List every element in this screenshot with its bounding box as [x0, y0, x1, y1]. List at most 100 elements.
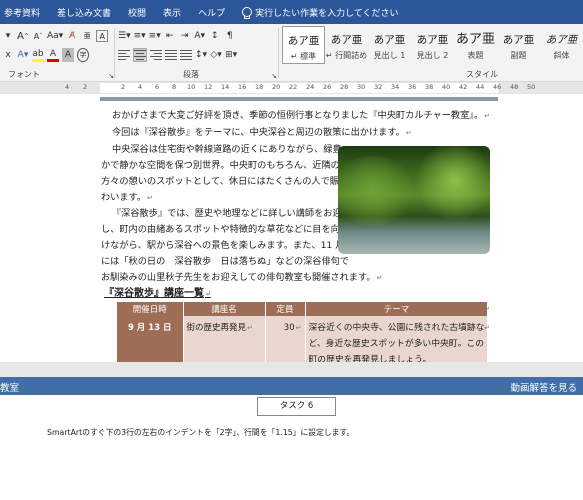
table-header: テーマ: [305, 302, 489, 316]
char-border-icon[interactable]: A: [96, 30, 109, 42]
horizontal-ruler[interactable]: 4 2 2 4 6 8 10 12 14 16 18 20 22 24 26 2…: [0, 82, 583, 94]
multilevel-list-icon[interactable]: ≡▾: [149, 29, 161, 43]
table-header: 講座名: [183, 302, 266, 316]
body-paragraph[interactable]: 今回は『深谷散歩』をテーマに、中央深谷と周辺の散策に出かけます。↵: [112, 125, 412, 142]
borders-icon[interactable]: ⊞▾: [225, 48, 237, 62]
ruler-number: 20: [272, 83, 281, 91]
style-group-label: スタイル: [466, 70, 498, 79]
font-size-dropdown-icon[interactable]: ▾: [2, 29, 14, 43]
body-paragraph[interactable]: し、町内の由緒あるスポットや特徴的な草花などに目を向: [101, 222, 340, 239]
style-emphasis[interactable]: あア亜 斜体: [540, 26, 583, 64]
section-title[interactable]: 『深谷散歩』講座一覧↵: [104, 284, 211, 299]
task-panel: タスク 6 SmartArtのすぐ下の3行の左右のインデントを「2字」、行間を「…: [0, 395, 583, 500]
decrease-indent-icon[interactable]: ⇤: [164, 29, 176, 43]
style-preview: あア亜: [287, 35, 320, 47]
style-title[interactable]: あア亜 表題: [454, 26, 497, 64]
style-subtitle[interactable]: あア亜 副題: [497, 26, 540, 64]
paragraph-group-label: 段落: [183, 70, 199, 79]
paragraph-text: かで静かな空間を保つ別世界。中央町のもちろん、近隣の: [101, 160, 340, 171]
body-paragraph[interactable]: には「秋の日の 深谷散歩 日は落ちぬ」などの深谷俳句で: [101, 254, 349, 271]
ruler-number: 46: [493, 83, 502, 91]
font-dialog-launcher-icon[interactable]: ↘: [105, 69, 117, 83]
table-cell-date[interactable]: 9 月 13 日: [117, 316, 184, 362]
menu-mailings[interactable]: 差し込み文書: [57, 6, 111, 19]
ribbon: ▾ A ^ Aˇ Aa▾ A̸ 亜 A x A▾ ab A A 字 フォント ↘ …: [0, 24, 583, 82]
ruler-number: 30: [357, 83, 366, 91]
ruler-number: 2: [83, 83, 88, 91]
body-paragraph[interactable]: けながら、駅から深谷への景色を楽しみます。また、11 月: [101, 238, 344, 255]
align-center-icon[interactable]: [133, 48, 147, 62]
sort-icon[interactable]: ↕: [209, 29, 221, 43]
grow-font-icon[interactable]: A ^: [17, 29, 29, 43]
menu-references[interactable]: 参考資料: [4, 6, 40, 19]
forest-photo[interactable]: [338, 146, 490, 254]
distributed-icon[interactable]: [180, 48, 192, 62]
shading-icon[interactable]: ◇▾: [210, 48, 222, 62]
body-paragraph[interactable]: おかげさまで大変ご好評を頂き、季節の恒例行事となりました『中央町カルチャー教室』…: [112, 108, 490, 125]
course-table[interactable]: 開催日時 講座名 定員 テーマ 9 月 13 日 街の歴史再発見↵ 30↵ 深谷…: [117, 302, 489, 362]
align-left-icon[interactable]: [118, 48, 130, 62]
line-spacing-icon[interactable]: ↕▾: [195, 48, 207, 62]
watch-video-answer-link[interactable]: 動画解答を見る: [510, 380, 577, 394]
ruler-active-area: [100, 83, 498, 93]
ruler-number: 16: [238, 83, 247, 91]
table-cell-theme[interactable]: 深谷近くの中央寺、公園に残された古墳跡な ど、身近な歴史スポットが多い中央町。こ…: [305, 316, 489, 362]
menu-view[interactable]: 表示: [163, 6, 181, 19]
align-right-icon[interactable]: [150, 48, 162, 62]
menu-help[interactable]: ヘルプ: [198, 6, 225, 19]
smartart-bottom-edge: [100, 97, 498, 101]
style-heading-2[interactable]: あア亜 見出し 2: [411, 26, 454, 64]
table-cell-name[interactable]: 街の歴史再発見↵: [183, 316, 266, 362]
ribbon-separator: [114, 28, 115, 78]
ruler-number: 44: [476, 83, 485, 91]
phonetic-guide-icon[interactable]: 亜: [81, 29, 93, 43]
style-preview: あア亜: [502, 34, 535, 46]
clear-format-icon[interactable]: A̸: [66, 29, 78, 43]
style-name: 表題: [467, 51, 484, 60]
ruler-number: 32: [374, 83, 383, 91]
style-name: ↵ 行間詰め: [325, 51, 368, 60]
style-preview: あア亜: [416, 34, 449, 46]
table-cell-capacity[interactable]: 30↵: [265, 316, 306, 362]
menu-bar: 参考資料 差し込み文書 校閲 表示 ヘルプ 実行したい作業を入力してください: [0, 0, 583, 24]
style-no-spacing[interactable]: あア亜 ↵ 行間詰め: [325, 26, 368, 64]
paragraph-text: し、町内の由緒あるスポットや特徴的な草花などに目を向: [101, 224, 340, 235]
body-paragraph[interactable]: 方々の憩いのスポットとして、休日にはたくさんの人で賑: [101, 174, 339, 191]
ruler-number: 28: [340, 83, 349, 91]
style-preview: あア亜: [330, 34, 363, 46]
show-marks-icon[interactable]: ¶: [224, 29, 236, 43]
table-header-row: 開催日時 講座名 定員 テーマ: [117, 302, 489, 316]
body-paragraph[interactable]: 中央深谷は住宅街や幹線道路の近くにありながら、緑豊: [112, 142, 342, 159]
char-shading-icon[interactable]: A: [62, 48, 74, 62]
style-heading-1[interactable]: あア亜 見出し 1: [368, 26, 411, 64]
strikethrough-icon[interactable]: x: [2, 48, 14, 62]
cell-text: 30: [283, 323, 295, 333]
shrink-font-icon[interactable]: Aˇ: [32, 29, 44, 43]
ruler-number: 36: [408, 83, 417, 91]
increase-indent-icon[interactable]: ⇥: [179, 29, 191, 43]
task-number-box: タスク 6: [257, 397, 336, 416]
numbering-icon[interactable]: ≡▾: [134, 29, 146, 43]
enclose-char-icon[interactable]: 字: [77, 48, 89, 62]
body-paragraph[interactable]: わいます。↵: [101, 190, 153, 207]
paragraph-text: おかげさまで大変ご好評を頂き、季節の恒例行事となりました『中央町カルチャー教室』…: [112, 110, 484, 121]
highlight-icon[interactable]: ab: [32, 48, 44, 62]
asian-layout-icon[interactable]: A▾: [194, 29, 206, 43]
text-effect-icon[interactable]: A▾: [17, 48, 29, 62]
body-paragraph[interactable]: 『深谷散歩』では、歴史や地理などに詳しい講師をお迎え: [112, 206, 351, 223]
change-case-icon[interactable]: Aa▾: [47, 29, 63, 43]
style-normal[interactable]: あア亜 ↵ 標準: [282, 26, 325, 64]
menu-review[interactable]: 校閲: [128, 6, 146, 19]
paragraph-text: お馴染みの山里秋子先生をお迎えしての俳句教室も開催されます。: [101, 272, 376, 283]
document-area[interactable]: おかげさまで大変ご好評を頂き、季節の恒例行事となりました『中央町カルチャー教室』…: [0, 94, 583, 362]
style-name: 副題: [510, 51, 527, 60]
justify-icon[interactable]: [165, 48, 177, 62]
ruler-number: 8: [172, 83, 177, 91]
font-color-icon[interactable]: A: [47, 48, 59, 62]
tell-me-box[interactable]: 実行したい作業を入力してください: [242, 6, 399, 19]
lightbulb-icon: [242, 6, 253, 19]
font-group-label: フォント: [8, 70, 40, 79]
ruler-number: 4: [138, 83, 143, 91]
bullets-icon[interactable]: ☰▾: [118, 29, 131, 43]
body-paragraph[interactable]: かで静かな空間を保つ別世界。中央町のもちろん、近隣の: [101, 158, 340, 175]
